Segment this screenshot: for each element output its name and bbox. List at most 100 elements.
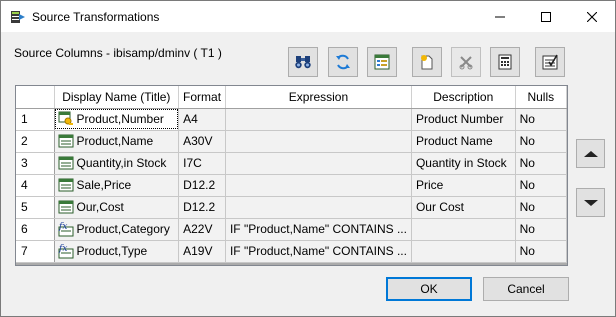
expression-cell[interactable] [225,130,412,153]
description-cell[interactable]: Our Cost [411,196,516,219]
title-bar: Source Transformations [1,1,615,32]
display-name-text: Product,Number [76,112,164,126]
description-cell[interactable]: Price [411,174,516,197]
row-number[interactable]: 6 [16,218,55,241]
row-number[interactable]: 5 [16,196,55,219]
move-down-icon [583,199,598,206]
source-columns-label: Source Columns - ibisamp/dminv ( T1 ) [14,46,222,60]
display-name-text: Quantity,in Stock [76,156,167,170]
display-name-cell[interactable]: fx Product,Type [54,240,180,263]
display-name-cell[interactable]: Quantity,in Stock [54,152,180,175]
expression-cell[interactable]: IF "Product,Name" CONTAINS ... [225,240,412,263]
table-row[interactable]: 5 Our,Cost D12.2 Our Cost No [16,196,567,219]
format-cell[interactable]: A22V [178,218,226,241]
header-description[interactable]: Description [411,86,516,109]
nulls-cell[interactable]: No [515,174,567,197]
nulls-cell[interactable]: No [515,218,567,241]
expression-cell[interactable]: IF "Product,Name" CONTAINS ... [225,218,412,241]
source-transformations-dialog: Source Transformations Source Columns - … [0,0,616,317]
delete-button[interactable] [451,47,481,77]
ok-button[interactable]: OK [386,277,472,301]
display-name-text: Sale,Price [76,178,132,192]
row-number[interactable]: 2 [16,130,55,153]
row-number[interactable]: 3 [16,152,55,175]
window-title: Source Transformations [32,10,160,24]
description-cell[interactable] [411,218,516,241]
display-name-cell[interactable]: Product,Name [54,130,180,153]
calculator-button[interactable] [490,47,520,77]
fx-icon: fx [58,221,74,237]
description-cell[interactable] [411,240,516,263]
table-row[interactable]: 3 Quantity,in Stock I7C Quantity in Stock No [16,152,567,175]
format-cell[interactable]: A19V [178,240,226,263]
header-nulls[interactable]: Nulls [515,86,567,109]
header-format[interactable]: Format [178,86,226,109]
expression-cell[interactable] [225,196,412,219]
cancel-button[interactable]: Cancel [483,277,569,301]
nulls-cell[interactable]: No [515,240,567,263]
maximize-button[interactable] [523,1,569,32]
description-cell[interactable]: Product Name [411,130,516,153]
properties-button[interactable] [367,47,397,77]
table-row[interactable]: 4 Sale,Price D12.2 Price No [16,174,567,197]
description-cell[interactable]: Product Number [411,108,516,131]
checklist-button[interactable] [535,47,565,77]
columns-grid[interactable]: Display Name (Title) Format Expression D… [15,85,568,266]
new-button[interactable] [412,47,442,77]
table-row[interactable]: 6 fx Product,Category A22V IF "Product,Name"… [16,218,567,241]
display-name-cell[interactable]: fx Product,Category [54,218,180,241]
corner-header [16,86,55,109]
display-name-text: Product,Category [76,222,170,236]
checklist-icon [542,54,558,70]
column-icon [58,155,74,171]
format-cell[interactable]: A4 [178,108,226,131]
nulls-cell[interactable]: No [515,130,567,153]
minimize-icon [495,16,505,17]
find-button[interactable] [288,47,318,77]
display-name-cell[interactable]: Sale,Price [54,174,180,197]
nulls-cell[interactable]: No [515,152,567,175]
app-icon [11,11,25,23]
table-header-row: Display Name (Title) Format Expression D… [16,86,567,109]
header-expression[interactable]: Expression [225,86,412,109]
calculator-icon [498,54,512,70]
row-number[interactable]: 7 [16,240,55,263]
move-down-button[interactable] [576,188,605,217]
column-icon [58,199,74,215]
svg-text:fx: fx [58,244,67,254]
new-icon [421,55,433,70]
row-number[interactable]: 4 [16,174,55,197]
minimize-button[interactable] [477,1,523,32]
table-row[interactable]: 2 Product,Name A30V Product Name No [16,130,567,153]
format-cell[interactable]: D12.2 [178,174,226,197]
column-icon [58,177,74,193]
nulls-cell[interactable]: No [515,196,567,219]
table-row[interactable]: 7 fx Product,Type A19V IF "Product,Name" CON… [16,240,567,263]
table-row[interactable]: 1 Product,Number A4 Product Number No [16,108,567,131]
display-name-text: Product,Type [76,244,148,258]
description-cell[interactable]: Quantity in Stock [411,152,516,175]
format-cell[interactable]: D12.2 [178,196,226,219]
fx-icon: fx [58,243,74,259]
expression-cell[interactable] [225,108,412,131]
column-icon [58,133,74,149]
display-name-text: Product,Name [76,134,154,148]
svg-text:fx: fx [58,222,67,232]
maximize-icon [541,11,551,22]
key-icon [58,111,74,127]
row-number[interactable]: 1 [16,108,55,131]
nulls-cell[interactable]: No [515,108,567,131]
header-display-name[interactable]: Display Name (Title) [54,86,180,109]
move-up-icon [583,150,598,157]
display-name-cell[interactable]: Product,Number [54,108,180,131]
refresh-button[interactable] [328,47,358,77]
close-button[interactable] [569,1,615,32]
close-icon [587,11,597,22]
expression-cell[interactable] [225,174,412,197]
expression-cell[interactable] [225,152,412,175]
format-cell[interactable]: I7C [178,152,226,175]
move-up-button[interactable] [576,139,605,168]
display-name-cell[interactable]: Our,Cost [54,196,180,219]
format-cell[interactable]: A30V [178,130,226,153]
columns-table: Display Name (Title) Format Expression D… [16,86,567,263]
